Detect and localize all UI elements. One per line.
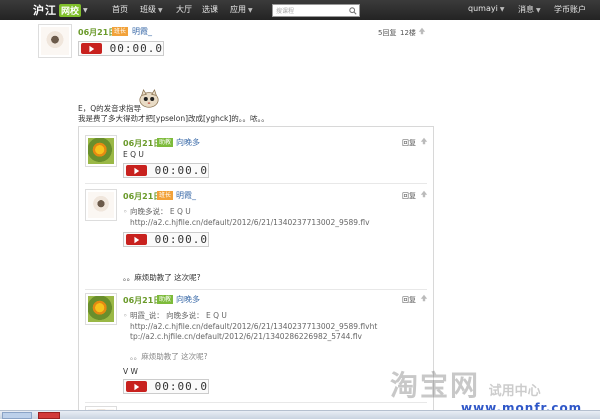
reply-button[interactable]: 回复 (402, 138, 416, 148)
site-logo[interactable]: 沪江 网校 ▼ (33, 2, 88, 18)
search-icon[interactable] (347, 5, 359, 16)
chevron-down-icon: ▼ (499, 6, 505, 13)
search-input[interactable]: 搜课程 (272, 4, 360, 17)
chevron-down-icon: ▼ (158, 7, 163, 14)
role-badge: 助教 (157, 138, 174, 147)
avatar[interactable] (38, 24, 72, 58)
player-time: 00:00.0 (154, 164, 208, 177)
chevron-down-icon: ▼ (536, 7, 541, 14)
play-icon (134, 167, 140, 174)
reply-username[interactable]: 向晚多 (176, 294, 200, 305)
quote-icon: ◦ (123, 311, 128, 320)
player-time: 00:00.0 (154, 233, 208, 246)
reply-username[interactable]: 明霞_ (176, 190, 196, 201)
reply-username[interactable]: 向晚多 (176, 137, 200, 148)
reply-count[interactable]: 5回复 (378, 28, 396, 38)
quote-text: 。。麻烦助教了 这次呢? (130, 352, 208, 361)
player-time: 00:00.0 (154, 380, 208, 393)
avatar[interactable] (85, 293, 117, 325)
logo-text: 沪江 (33, 4, 57, 17)
search-placeholder: 搜课程 (276, 8, 295, 15)
audio-link[interactable]: http://a2.c.hjfile.cn/default/2012/6/21/… (130, 322, 377, 332)
floor-number: 12楼 (400, 29, 416, 37)
reply-date: 06月21日 (123, 192, 162, 201)
audio-player[interactable]: 00:00.0 (123, 232, 209, 247)
role-badge: 助教 (157, 295, 174, 304)
nav-class[interactable]: 班级 ▼ (140, 4, 163, 15)
play-icon (89, 45, 95, 52)
chevron-down-icon: ▼ (83, 6, 88, 14)
arrow-up-icon[interactable] (418, 27, 426, 35)
taskbar-app-button[interactable] (38, 412, 60, 419)
audio-link[interactable]: http://a2.c.hjfile.cn/default/2012/6/21/… (130, 218, 370, 228)
watermark-small: 试用中心 (488, 384, 541, 399)
divider (85, 402, 427, 403)
nav-hall[interactable]: 大厅 (176, 4, 192, 15)
messages-menu[interactable]: 消息 ▼ (518, 4, 541, 15)
cat-mascot-icon (139, 88, 159, 108)
user-menu[interactable]: qumayi ▼ (468, 4, 504, 13)
play-button[interactable] (126, 165, 147, 176)
post-username[interactable]: 明霞_ (132, 26, 152, 37)
post-text-line2: 我是费了多大得劲才把[ypselon]改成[yghck]的。。哝。。 (78, 114, 269, 123)
nav-apps-label: 应用 (230, 5, 246, 14)
post-text-line1: E，Q的发音求指导 (78, 104, 142, 113)
messages-label: 消息 (518, 5, 534, 14)
nav-courses[interactable]: 选课 (202, 4, 218, 15)
logo-box: 网校 (59, 3, 82, 17)
audio-player[interactable]: 00:00.0 (78, 41, 164, 56)
reply-date: 06月21日 (123, 139, 162, 148)
reply-text: V W (123, 367, 138, 376)
chevron-down-icon: ▼ (248, 7, 253, 14)
role-badge: 班长 (157, 191, 174, 200)
player-time: 00:00.0 (109, 42, 163, 55)
reply-date: 06月21日 (123, 296, 162, 305)
play-icon (134, 383, 140, 390)
divider (85, 289, 427, 290)
top-nav-bar: 沪江 网校 ▼ 首页 班级 ▼ 大厅 选课 应用 ▼ 搜课程 qumayi ▼ 消息 ▼… (0, 0, 600, 20)
audio-player[interactable]: 00:00.0 (123, 163, 209, 178)
avatar[interactable] (85, 189, 117, 221)
start-button[interactable] (2, 412, 32, 419)
role-badge: 班长 (112, 27, 129, 36)
play-button[interactable] (126, 381, 147, 392)
account-link[interactable]: 学币账户 (554, 4, 586, 15)
watermark: 淘宝网 试用中心 (390, 364, 541, 404)
audio-link[interactable]: tp://a2.c.hjfile.cn/default/2012/6/21/13… (130, 332, 362, 342)
taskbar (0, 410, 600, 419)
play-icon (134, 236, 140, 243)
watermark-big: 淘宝网 (390, 369, 481, 402)
nav-class-label: 班级 (140, 5, 156, 14)
arrow-up-icon[interactable] (420, 190, 428, 198)
reply-button[interactable]: 回复 (402, 295, 416, 305)
arrow-up-icon[interactable] (420, 137, 428, 145)
post-date: 06月21日 (78, 28, 117, 37)
play-button[interactable] (126, 234, 147, 245)
divider (85, 183, 427, 184)
nav-home[interactable]: 首页 (112, 4, 128, 15)
play-button[interactable] (81, 43, 102, 54)
reply-quote: 向晚多说： E Q U (130, 207, 191, 216)
nav-apps[interactable]: 应用 ▼ (230, 4, 253, 15)
quote-icon: ◦ (123, 207, 128, 216)
reply-quote: 明霞_说： 向晚多说： E Q U (130, 311, 227, 320)
avatar[interactable] (85, 135, 117, 167)
reply-text: E Q U (123, 150, 144, 159)
reply-button[interactable]: 回复 (402, 191, 416, 201)
audio-player[interactable]: 00:00.0 (123, 379, 209, 394)
username: qumayi (468, 4, 498, 13)
arrow-up-icon[interactable] (420, 294, 428, 302)
reply-text: 。。麻烦助教了 这次呢? (123, 273, 201, 282)
reply-thread: 06月21日 助教 向晚多 回复 E Q U 00:00.0 06月21日 班长… (78, 126, 434, 419)
